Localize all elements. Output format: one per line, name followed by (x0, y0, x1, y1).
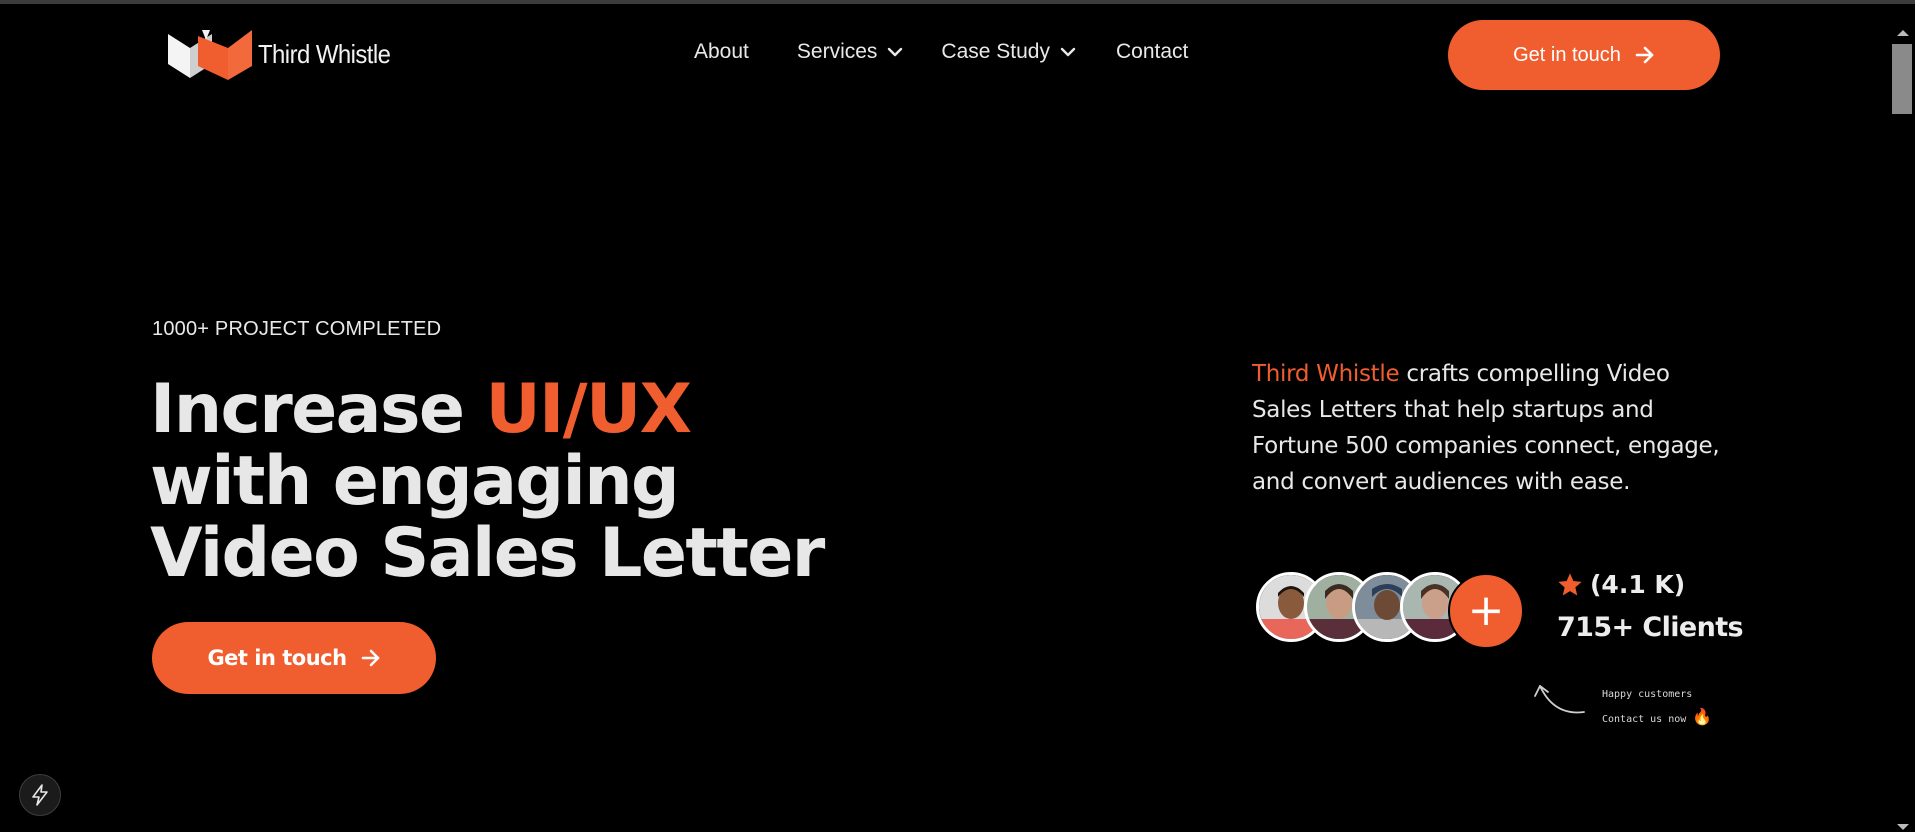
description-brand: Third Whistle (1252, 361, 1400, 387)
hero-headline: Increase UI/UX with engaging Video Sales… (150, 374, 825, 593)
client-avatars: + (1256, 572, 1526, 649)
nav-label: Services (796, 40, 878, 63)
button-label: Get in touch (1513, 43, 1621, 66)
hint-line-1: Happy customers (1602, 689, 1693, 700)
chevron-down-icon (888, 47, 903, 57)
main-nav: About Services Case Study Contact (694, 40, 1188, 64)
rating-value: (4.1 K) (1590, 570, 1686, 599)
page: Third Whistle About Services Case Study … (0, 0, 1915, 832)
star-icon (1558, 572, 1582, 595)
arrow-right-icon (361, 649, 379, 667)
hint-line-2-text: Contact us now (1602, 714, 1687, 725)
scroll-down-arrow-icon[interactable] (1897, 824, 1909, 830)
logo-text: Third Whistle (258, 38, 391, 69)
fire-icon: 🔥 (1692, 707, 1713, 726)
arrow-right-icon (1635, 46, 1654, 64)
scrollbar-thumb[interactable] (1892, 44, 1912, 114)
scrollbar[interactable] (1889, 18, 1915, 832)
rating: (4.1 K) (1556, 570, 1685, 599)
hero-get-in-touch-button[interactable]: Get in touch (152, 622, 436, 694)
bolt-icon (32, 784, 48, 806)
nav-item-services[interactable]: Services (797, 40, 904, 64)
nav-label: Contact (1115, 40, 1189, 63)
headline-line-3: Video Sales Letter (150, 514, 825, 593)
nav-label: About (694, 40, 749, 63)
headline-text: Increase (150, 370, 486, 449)
header-get-in-touch-button[interactable]: Get in touch (1448, 20, 1720, 90)
logo-mark-icon (168, 30, 252, 80)
window-top-border (0, 0, 1915, 4)
logo[interactable]: Third Whistle (166, 26, 402, 82)
chevron-down-icon (1060, 47, 1076, 57)
nav-item-about[interactable]: About (694, 40, 749, 64)
nav-label: Case Study (941, 40, 1050, 63)
projects-completed-label: 1000+ PROJECT COMPLETED (152, 318, 442, 340)
clients-count: 715+ Clients (1557, 612, 1744, 643)
customers-hint: Happy customers Contact us now 🔥 (1602, 684, 1712, 731)
curved-arrow-icon (1534, 685, 1585, 714)
nav-item-case-study[interactable]: Case Study (941, 40, 1076, 64)
nav-item-contact[interactable]: Contact (1116, 40, 1188, 64)
headline-line-2: with engaging (150, 442, 680, 521)
headline-highlight: UI/UX (485, 370, 692, 449)
hint-line-2: Contact us now 🔥 (1602, 706, 1712, 731)
floating-bolt-button[interactable] (19, 774, 61, 816)
scroll-up-arrow-icon[interactable] (1897, 30, 1909, 36)
hero-description: Third Whistle crafts compelling Video Sa… (1252, 356, 1722, 500)
more-clients-button[interactable]: + (1448, 573, 1524, 649)
button-label: Get in touch (207, 646, 347, 670)
